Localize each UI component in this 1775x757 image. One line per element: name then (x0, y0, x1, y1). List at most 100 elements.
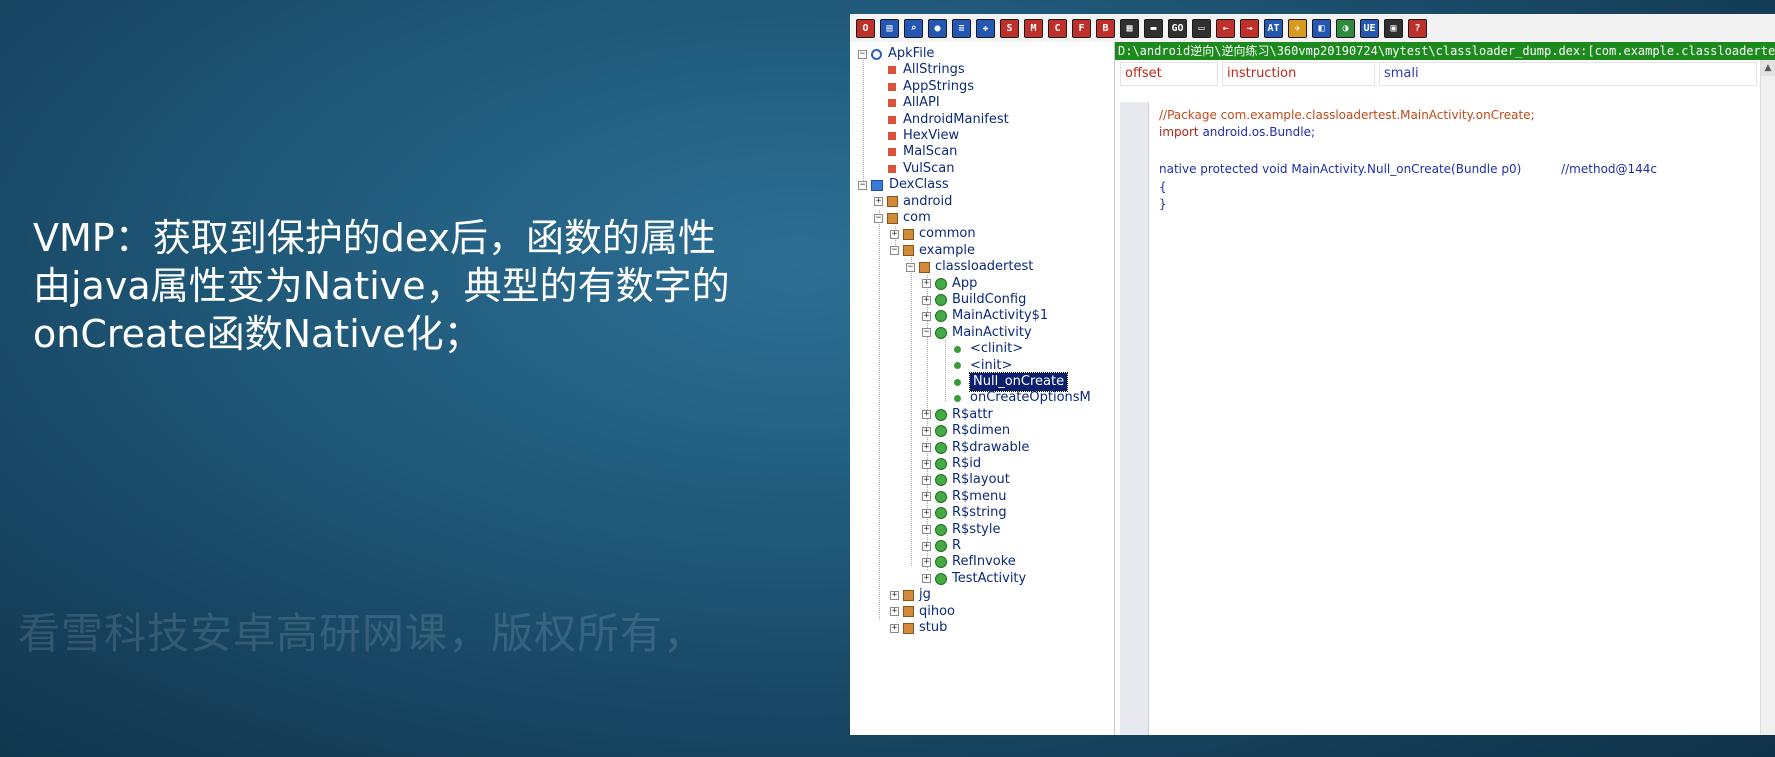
tree-package[interactable]: + common (890, 225, 976, 243)
import-keyword: import (1159, 125, 1199, 139)
tree-class[interactable]: + R (922, 537, 961, 555)
expand-icon[interactable]: + (922, 492, 931, 502)
tree-class[interactable]: − MainActivity (922, 324, 1032, 342)
hex-icon[interactable]: ▬ (1144, 18, 1163, 38)
column-offset[interactable]: offset (1120, 62, 1218, 86)
tree-class[interactable]: + R$layout (922, 471, 1010, 489)
expand-icon[interactable]: + (922, 410, 931, 420)
collapse-icon[interactable]: − (874, 213, 883, 223)
column-instruction[interactable]: instruction (1222, 62, 1375, 86)
tree-package[interactable]: + jg (890, 586, 931, 604)
tree-item-apk[interactable]: AndroidManifest (888, 111, 1009, 129)
tree-class[interactable]: + MainActivity$1 (922, 307, 1048, 325)
ue-icon[interactable]: UE (1360, 18, 1379, 38)
expand-icon[interactable]: + (922, 295, 931, 305)
vertical-scrollbar[interactable]: ▲ (1760, 60, 1775, 735)
strings-icon[interactable]: ≡ (952, 18, 971, 38)
code-native-line: native protected void MainActivity.Null_… (1159, 162, 1657, 176)
class-icon (935, 277, 947, 290)
tree-item-apk[interactable]: AllAPI (888, 94, 940, 112)
tree-class[interactable]: + R$style (922, 521, 1000, 539)
tree-class[interactable]: + R$attr (922, 406, 993, 424)
tree-method[interactable]: onCreateOptionsM (954, 389, 1091, 407)
scroll-up-arrow-icon[interactable]: ▲ (1761, 60, 1775, 76)
collapse-icon[interactable]: − (890, 246, 899, 256)
tree-item-label: qihoo (919, 603, 956, 619)
tree-package[interactable]: + stub (890, 619, 947, 637)
collapse-icon[interactable]: − (906, 262, 915, 272)
tree-class[interactable]: + TestActivity (922, 570, 1026, 588)
color-icon[interactable]: ● (928, 18, 947, 38)
expand-icon[interactable]: + (922, 541, 931, 551)
tree-class[interactable]: + RefInvoke (922, 553, 1016, 571)
expand-icon[interactable]: + (922, 311, 931, 321)
at-icon[interactable]: AT (1264, 18, 1283, 38)
expand-icon[interactable]: + (890, 229, 899, 239)
tree-package[interactable]: − com (874, 209, 931, 227)
tree-package[interactable]: − example (890, 242, 975, 260)
theme-icon[interactable]: ◑ (1336, 18, 1355, 38)
expand-icon[interactable]: + (922, 525, 931, 535)
class-icon (935, 310, 947, 323)
expand-icon[interactable]: + (922, 508, 931, 518)
open-icon[interactable]: O (856, 18, 875, 38)
expand-icon[interactable]: + (890, 623, 899, 633)
smali-code-view[interactable]: //Package com.example.classloadertest.Ma… (1149, 102, 1769, 735)
tree-class[interactable]: + BuildConfig (922, 291, 1026, 309)
window-icon[interactable]: ▭ (1192, 18, 1211, 38)
expand-icon[interactable]: + (890, 590, 899, 600)
plugin-icon[interactable]: ✚ (976, 18, 995, 38)
bird-icon[interactable]: ✈ (1288, 18, 1307, 38)
expand-icon[interactable]: + (922, 279, 931, 289)
tree-class[interactable]: + App (922, 275, 977, 293)
tree-apkfile[interactable]: − ApkFile (858, 45, 934, 63)
tree-item-apk[interactable]: VulScan (888, 160, 954, 178)
panel-icon[interactable]: ◧ (1312, 18, 1331, 38)
tree-package[interactable]: − classloadertest (906, 258, 1033, 276)
slide-body-text: VMP：获取到保护的dex后，函数的属性由java属性变为Native，典型的有… (33, 216, 730, 356)
expand-icon[interactable]: + (922, 443, 931, 453)
package-icon (887, 212, 898, 224)
go-icon[interactable]: GO (1168, 18, 1187, 38)
tree-class[interactable]: + R$id (922, 455, 981, 473)
save-icon[interactable]: ▤ (880, 18, 899, 38)
tree-method[interactable]: Null_onCreate (954, 372, 1069, 392)
column-smali[interactable]: smali (1379, 62, 1757, 86)
expand-icon[interactable]: + (922, 574, 931, 584)
tree-package[interactable]: + qihoo (890, 603, 955, 621)
help-icon[interactable]: ? (1408, 18, 1427, 38)
collapse-icon[interactable]: − (922, 328, 931, 338)
expand-icon[interactable]: + (922, 475, 931, 485)
tree-item-apk[interactable]: AppStrings (888, 78, 974, 96)
tree-class[interactable]: + R$dimen (922, 422, 1010, 440)
tree-item-label: AppStrings (903, 78, 974, 94)
b-icon[interactable]: B (1096, 18, 1115, 38)
tree-class[interactable]: + R$drawable (922, 439, 1029, 457)
tree-class[interactable]: + R$menu (922, 488, 1006, 506)
tree-item-apk[interactable]: HexView (888, 127, 959, 145)
expand-icon[interactable]: + (922, 426, 931, 436)
tree-method[interactable]: <init> (954, 357, 1012, 375)
tree-method[interactable]: <clinit> (954, 340, 1023, 358)
grid-icon[interactable]: ▦ (1120, 18, 1139, 38)
expand-icon[interactable]: + (922, 557, 931, 567)
forward-icon[interactable]: → (1240, 18, 1259, 38)
tree-dexclass[interactable]: − DexClass (858, 176, 949, 194)
expand-icon[interactable]: + (890, 607, 899, 617)
tree-item-apk[interactable]: MalScan (888, 143, 957, 161)
expand-icon[interactable]: + (922, 459, 931, 469)
f-icon[interactable]: F (1072, 18, 1091, 38)
tree-item-label: R$menu (952, 488, 1007, 504)
config-icon[interactable]: ▣ (1384, 18, 1403, 38)
collapse-icon[interactable]: − (858, 180, 867, 190)
c-icon[interactable]: C (1048, 18, 1067, 38)
tree-class[interactable]: + R$string (922, 504, 1007, 522)
s-icon[interactable]: S (1000, 18, 1019, 38)
m-icon[interactable]: M (1024, 18, 1043, 38)
back-icon[interactable]: ← (1216, 18, 1235, 38)
expand-icon[interactable]: + (874, 197, 883, 207)
find-icon[interactable]: ⌕ (904, 18, 923, 38)
tree-package[interactable]: + android (874, 193, 952, 211)
collapse-icon[interactable]: − (858, 49, 867, 59)
tree-item-apk[interactable]: AllStrings (888, 61, 965, 79)
